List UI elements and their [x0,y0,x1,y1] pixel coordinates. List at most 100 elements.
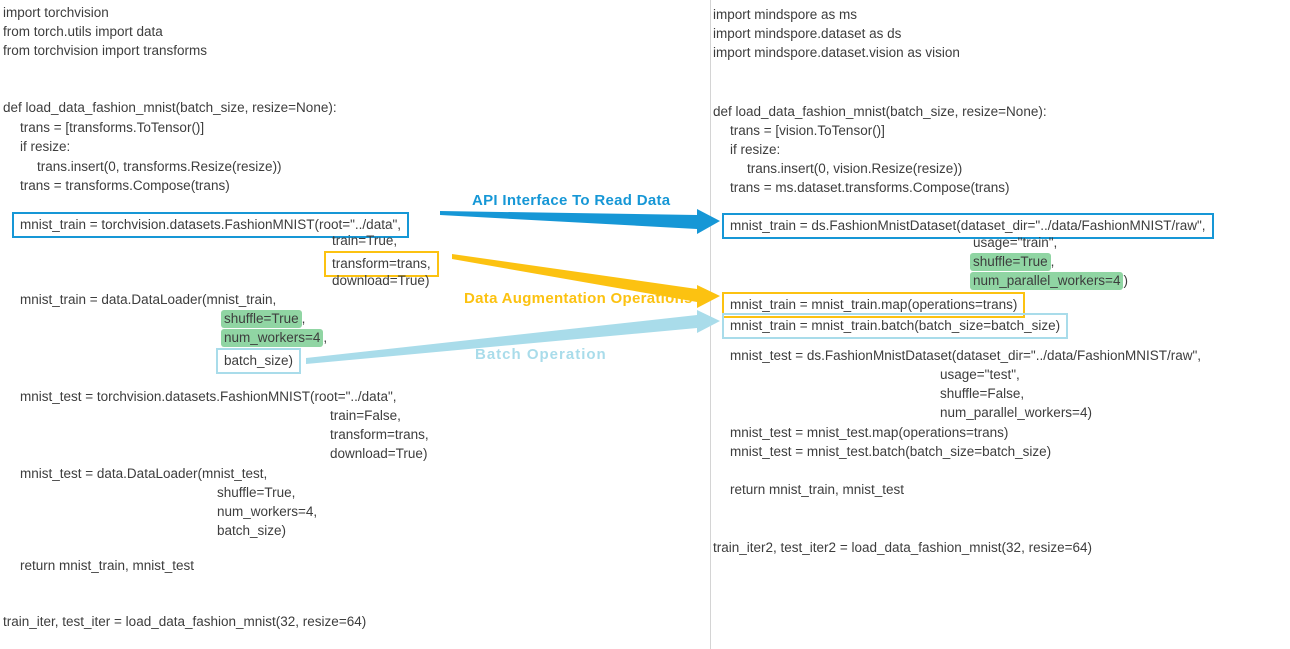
code-text: download=True) [332,273,429,288]
code-text: if resize: [20,139,70,154]
code-line: from torchvision import transforms [3,42,207,59]
code-text: mnist_test = data.DataLoader(mnist_test, [20,466,267,481]
code-text: import torchvision [3,5,109,20]
code-text: import mindspore.dataset as ds [713,26,901,41]
code-line: mnist_train = ds.FashionMnistDataset(dat… [730,213,1214,239]
code-line: train_iter, test_iter = load_data_fashio… [3,613,366,630]
code-line: if resize: [730,141,780,158]
code-text: trans = [transforms.ToTensor()] [20,120,204,135]
code-line: train=True, [332,232,397,249]
highlight-box-lightblue: batch_size) [216,348,301,374]
code-line: usage="train", [973,234,1057,251]
code-text: transform=trans, [330,427,429,442]
code-line: mnist_test = ds.FashionMnistDataset(data… [730,347,1201,364]
code-text: import mindspore as ms [713,7,857,22]
highlight-green: shuffle=True [221,310,302,328]
code-text: trans = [vision.ToTensor()] [730,123,885,138]
code-line: if resize: [20,138,70,155]
code-text: trans = ms.dataset.transforms.Compose(tr… [730,180,1009,195]
code-text: mnist_test = torchvision.datasets.Fashio… [20,389,397,404]
code-text: train_iter2, test_iter2 = load_data_fash… [713,540,1092,555]
code-text: num_workers=4, [217,504,317,519]
code-text: return mnist_train, mnist_test [730,482,904,497]
code-line: usage="test", [940,366,1020,383]
code-line: import mindspore.dataset.vision as visio… [713,44,960,61]
code-line: mnist_train = data.DataLoader(mnist_trai… [20,291,276,308]
code-text: shuffle=False, [940,386,1024,401]
code-line: import mindspore.dataset as ds [713,25,901,42]
code-line: download=True) [330,445,427,462]
code-line: num_parallel_workers=4) [973,272,1128,289]
code-line: from torch.utils import data [3,23,163,40]
code-text: mnist_train = data.DataLoader(mnist_trai… [20,292,276,307]
code-line: trans = [vision.ToTensor()] [730,122,885,139]
code-text: if resize: [730,142,780,157]
code-text: from torchvision import transforms [3,43,207,58]
code-line: batch_size) [224,348,301,374]
code-line: mnist_test = mnist_test.batch(batch_size… [730,443,1051,460]
api-interface-label: API Interface To Read Data [472,192,670,209]
code-line: transform=trans, [330,426,429,443]
panel-divider [710,0,711,649]
code-text: trans = transforms.Compose(trans) [20,178,230,193]
code-text: trans.insert(0, transforms.Resize(resize… [37,159,282,174]
highlight-green: num_workers=4 [221,329,323,347]
code-text: mnist_test = ds.FashionMnistDataset(data… [730,348,1201,363]
code-text: , [323,330,327,345]
code-line: import torchvision [3,4,109,21]
highlight-green: num_parallel_workers=4 [970,272,1123,290]
code-text: download=True) [330,446,427,461]
code-text: trans.insert(0, vision.Resize(resize)) [747,161,962,176]
code-text: from torch.utils import data [3,24,163,39]
code-line: trans = ms.dataset.transforms.Compose(tr… [730,179,1009,196]
code-text: usage="train", [973,235,1057,250]
data-augmentation-label: Data Augmentation Operations [464,290,693,307]
code-line: batch_size) [217,522,286,539]
code-line: num_workers=4, [224,329,327,346]
code-line: import mindspore as ms [713,6,857,23]
code-text: num_parallel_workers=4) [940,405,1092,420]
code-text: train=False, [330,408,401,423]
code-line: num_parallel_workers=4) [940,404,1092,421]
code-line: download=True) [332,272,429,289]
code-text: , [302,311,306,326]
code-line: train=False, [330,407,401,424]
code-text: train=True, [332,233,397,248]
code-line: mnist_test = data.DataLoader(mnist_test, [20,465,267,482]
highlight-box-blue: mnist_train = ds.FashionMnistDataset(dat… [722,213,1214,239]
batch-operation-label: Batch Operation [475,346,607,363]
code-text: mnist_test = mnist_test.batch(batch_size… [730,444,1051,459]
code-text: usage="test", [940,367,1020,382]
code-line: mnist_train = mnist_train.batch(batch_si… [730,313,1068,339]
code-line: mnist_test = mnist_test.map(operations=t… [730,424,1008,441]
code-text: return mnist_train, mnist_test [20,558,194,573]
code-line: return mnist_train, mnist_test [730,481,904,498]
code-comparison-view: import torchvision from torch.utils impor… [0,0,1290,649]
api-arrow [440,209,720,234]
code-text: def load_data_fashion_mnist(batch_size, … [3,100,337,115]
code-line: shuffle=True, [217,484,295,501]
code-text: import mindspore.dataset.vision as visio… [713,45,960,60]
code-line: def load_data_fashion_mnist(batch_size, … [3,99,337,116]
code-line: shuffle=False, [940,385,1024,402]
code-text: batch_size) [217,523,286,538]
code-text: train_iter, test_iter = load_data_fashio… [3,614,366,629]
code-text: , [1051,254,1055,269]
mapping-arrows [0,0,1290,649]
code-text: mnist_test = mnist_test.map(operations=t… [730,425,1008,440]
highlight-box-lightblue: mnist_train = mnist_train.batch(batch_si… [722,313,1068,339]
code-text: ) [1123,273,1128,288]
code-line: train_iter2, test_iter2 = load_data_fash… [713,539,1092,556]
highlight-green: shuffle=True [970,253,1051,271]
code-line: trans.insert(0, transforms.Resize(resize… [37,158,282,175]
code-line: def load_data_fashion_mnist(batch_size, … [713,103,1047,120]
code-line: mnist_test = torchvision.datasets.Fashio… [20,388,397,405]
code-line: shuffle=True, [973,253,1054,270]
code-text: shuffle=True, [217,485,295,500]
code-line: trans = transforms.Compose(trans) [20,177,230,194]
code-line: shuffle=True, [224,310,305,327]
code-line: return mnist_train, mnist_test [20,557,194,574]
code-line: num_workers=4, [217,503,317,520]
code-line: trans = [transforms.ToTensor()] [20,119,204,136]
code-line: trans.insert(0, vision.Resize(resize)) [747,160,962,177]
